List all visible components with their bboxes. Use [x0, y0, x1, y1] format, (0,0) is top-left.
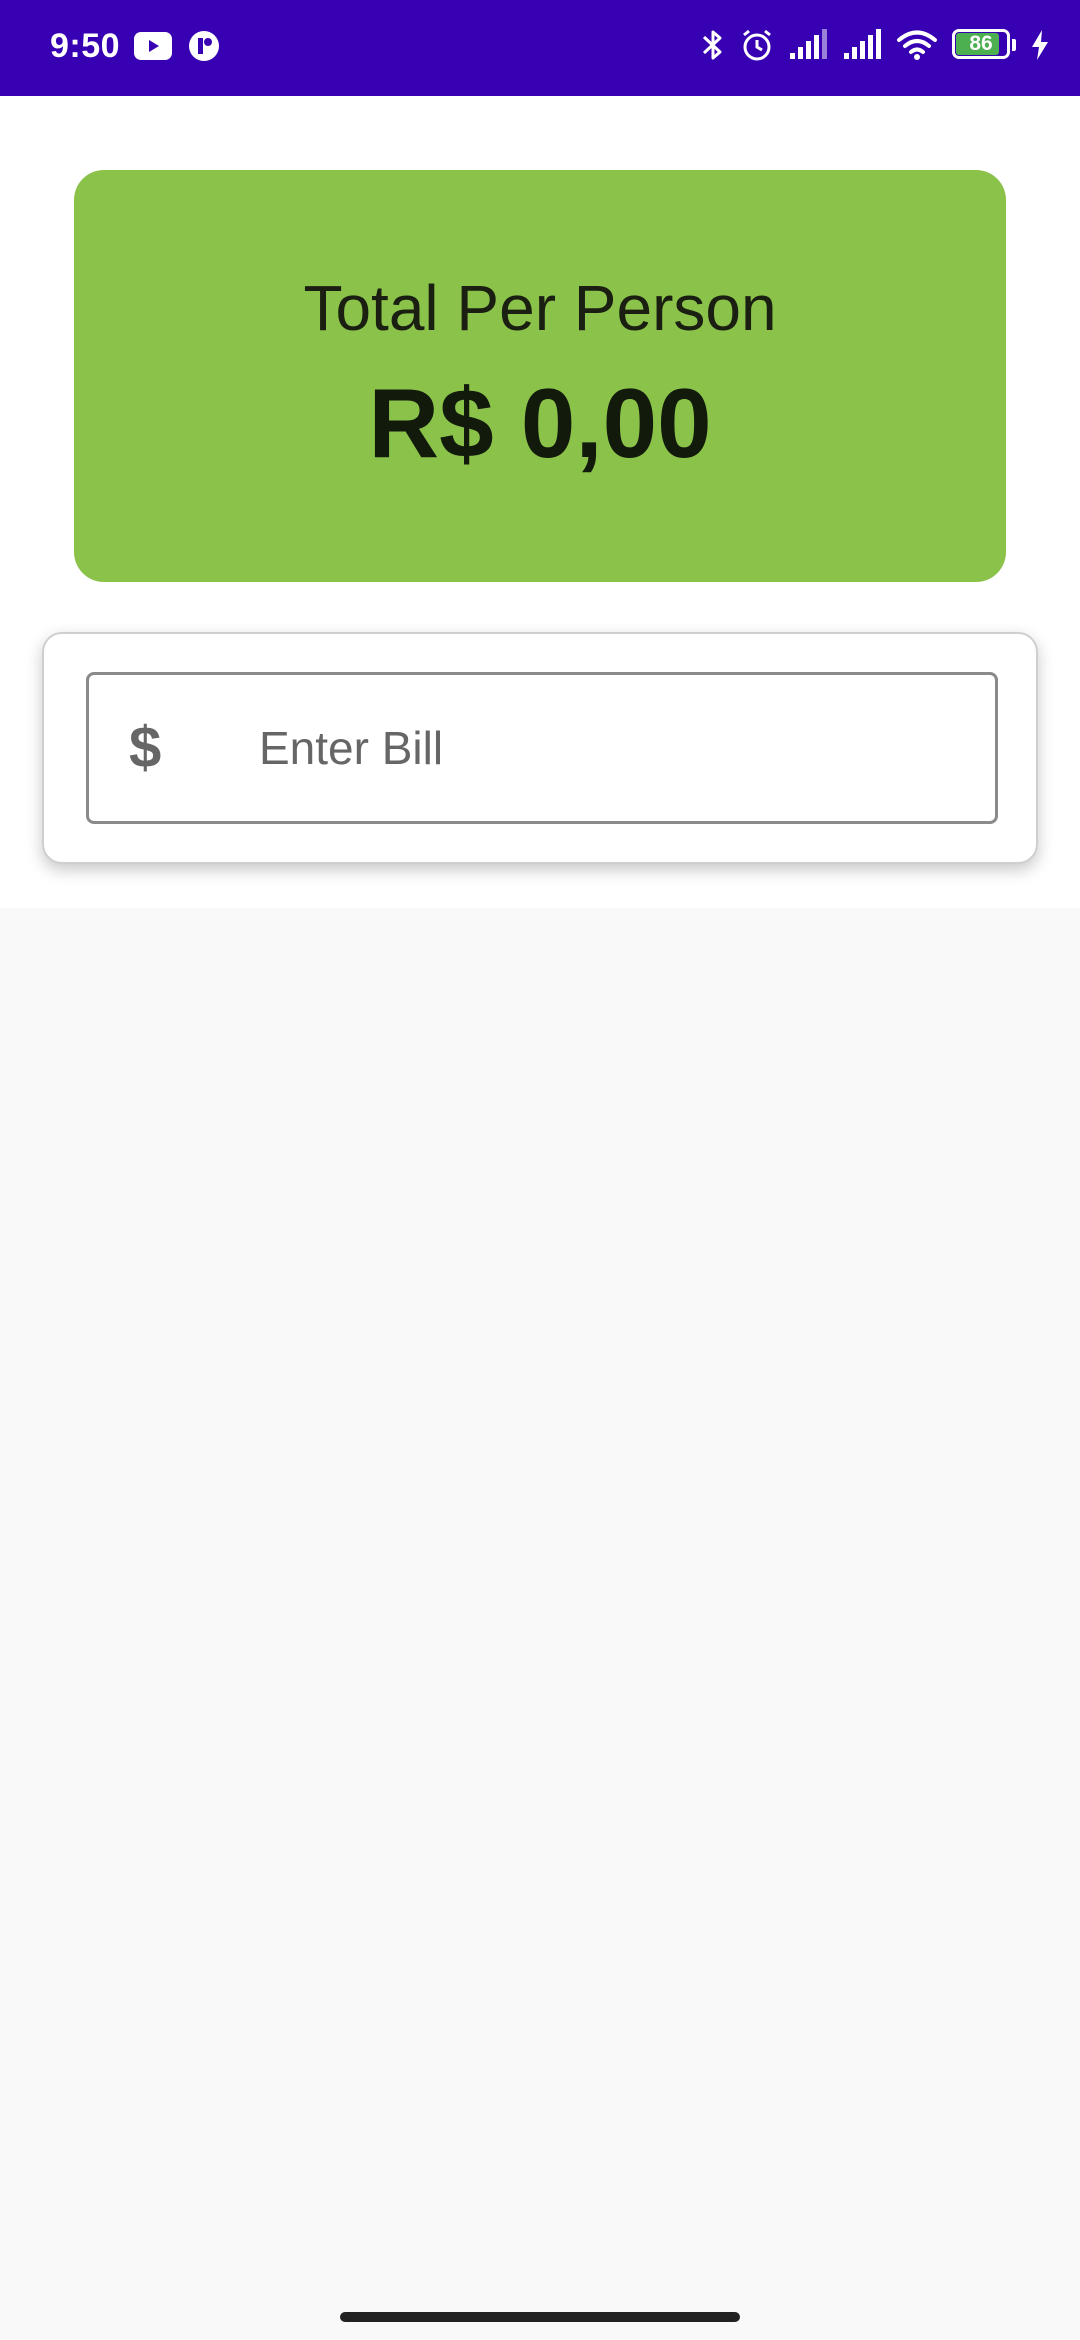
signal-icon — [788, 29, 828, 61]
gesture-navigation-handle[interactable] — [340, 2312, 740, 2322]
total-per-person-amount: R$ 0,00 — [368, 368, 712, 478]
charging-icon — [1030, 29, 1050, 61]
alarm-icon — [740, 28, 774, 62]
battery-level: 86 — [969, 32, 993, 55]
total-per-person-card: Total Per Person R$ 0,00 — [74, 170, 1006, 582]
app-notification-icon — [188, 30, 220, 62]
battery-icon: 86 — [952, 29, 1016, 61]
dollar-icon: $ — [129, 715, 162, 780]
wifi-icon — [896, 29, 938, 61]
status-right-icons: 86 — [700, 28, 1050, 62]
battery-tip — [1012, 39, 1016, 51]
total-per-person-label: Total Per Person — [303, 272, 777, 344]
bill-input-field[interactable]: $ Enter Bill — [86, 672, 998, 824]
bill-input-placeholder: Enter Bill — [259, 722, 444, 774]
bill-input-card: $ Enter Bill — [42, 632, 1038, 864]
status-bar: 9:50 86 — [0, 0, 1080, 96]
bluetooth-icon — [700, 28, 726, 62]
status-left-icons — [134, 30, 220, 62]
youtube-icon — [134, 32, 172, 60]
signal-icon — [842, 29, 882, 61]
status-time: 9:50 — [50, 27, 121, 65]
